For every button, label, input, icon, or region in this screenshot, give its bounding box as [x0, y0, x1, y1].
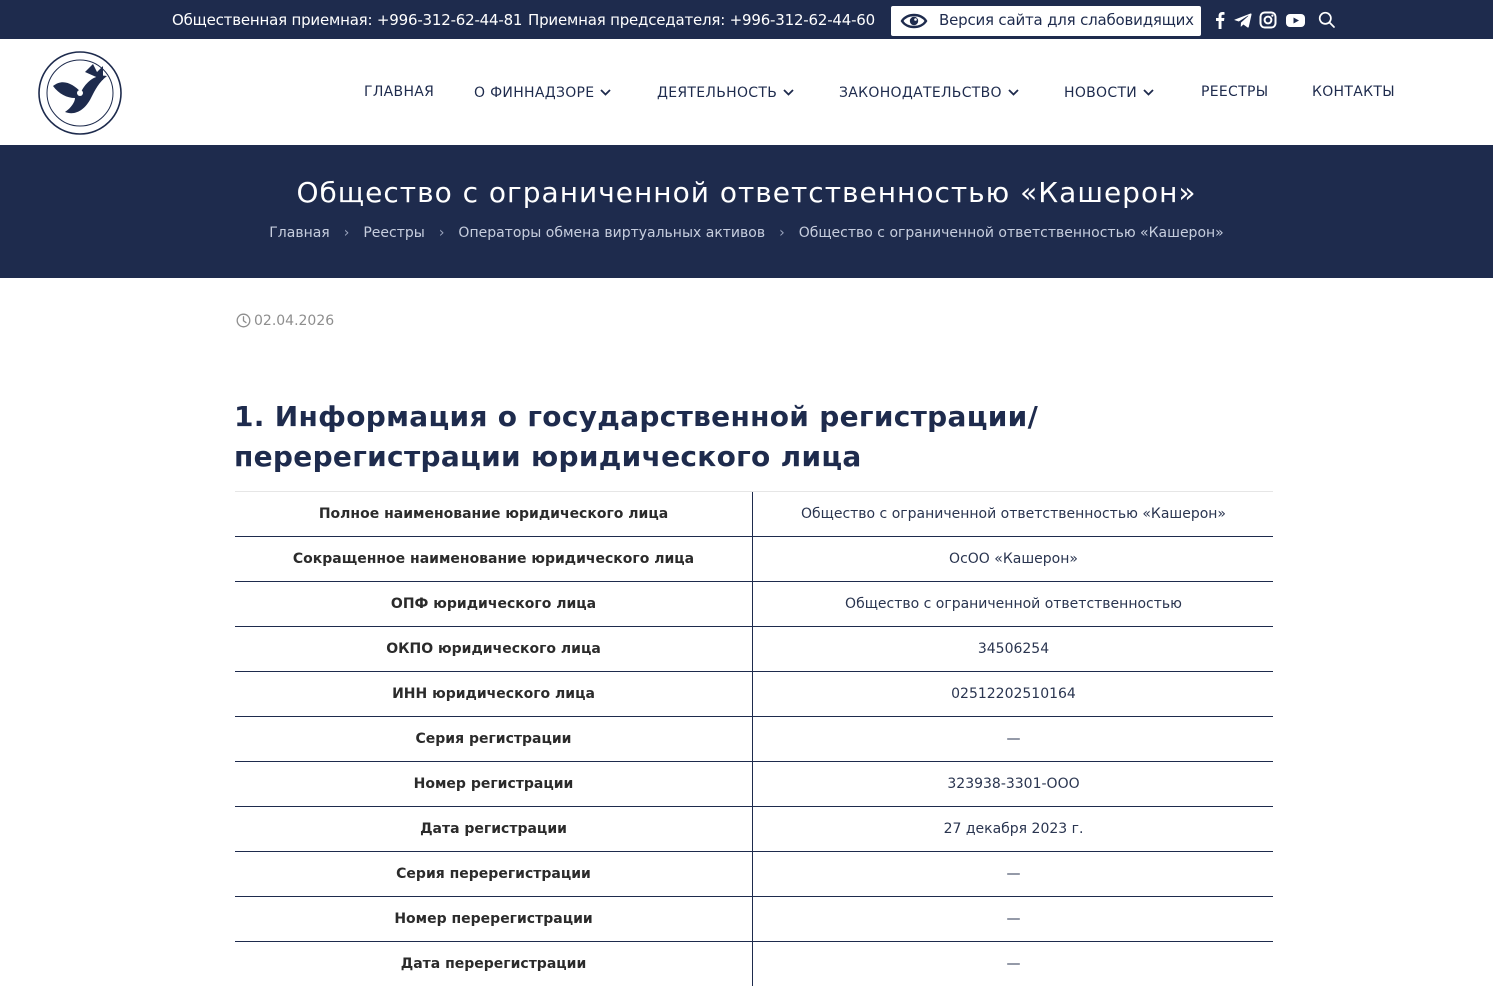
chevron-down-icon [1008, 84, 1019, 100]
telegram-icon[interactable] [1233, 10, 1253, 30]
nav-activity[interactable]: ДЕЯТЕЛЬНОСТЬ [657, 84, 794, 101]
search-icon[interactable] [1317, 10, 1337, 30]
section-title: 1. Информация о государственной регистра… [234, 400, 1039, 473]
finnadzor-logo[interactable] [37, 50, 123, 136]
chair-reception-phone[interactable]: Приемная председателя: +996-312-62-44-60 [528, 11, 875, 29]
public-reception-phone[interactable]: Общественная приемная: +996-312-62-44-81 [172, 11, 522, 29]
chevron-down-icon [1143, 84, 1154, 100]
nav-legislation-label: ЗАКОНОДАТЕЛЬСТВО [839, 85, 1002, 101]
eye-icon [900, 13, 928, 29]
nav-news[interactable]: НОВОСТИ [1064, 84, 1154, 101]
table-value: 02512202510164 [951, 686, 1076, 702]
table-key: Сокращенное наименование юридического ли… [235, 537, 753, 581]
breadcrumb-current: Общество с ограниченной ответственностью… [798, 225, 1224, 241]
top-bar: Общественная приемная: +996-312-62-44-81… [0, 0, 1493, 39]
nav-about[interactable]: О ФИННАДЗОРЕ [474, 84, 612, 101]
table-value: Общество с ограниченной ответственностью… [800, 506, 1226, 522]
nav-registries-label: РЕЕСТРЫ [1201, 84, 1269, 100]
table-key: Серия перерегистрации [235, 852, 753, 896]
table-value: 323938-3301-ООО [947, 776, 1080, 792]
table-key: Номер регистрации [235, 762, 753, 806]
instagram-icon[interactable] [1258, 10, 1278, 30]
nav-home[interactable]: ГЛАВНАЯ [364, 84, 434, 100]
breadcrumb: Главная › Реестры › Операторы обмена виртуал… [0, 225, 1493, 241]
low-vision-version-button[interactable]: Версия сайта для слабовидящих [891, 6, 1201, 36]
table-value: — [1006, 731, 1021, 747]
breadcrumb-vasp-operators[interactable]: Операторы обмена виртуальных активов [458, 225, 765, 241]
chevron-right-icon: › [779, 225, 785, 241]
table-key: Дата перерегистрации [235, 942, 753, 986]
table-row: Дата перерегистрации — [235, 942, 1273, 987]
chevron-right-icon: › [343, 225, 350, 241]
nav-contacts[interactable]: КОНТАКТЫ [1312, 84, 1395, 100]
table-key: Полное наименование юридического лица [235, 492, 753, 536]
nav-activity-label: ДЕЯТЕЛЬНОСТЬ [657, 85, 778, 101]
publish-date-text: 02.04.2026 [254, 313, 335, 329]
nav-legislation[interactable]: ЗАКОНОДАТЕЛЬСТВО [839, 84, 1019, 101]
registration-info-table: Полное наименование юридического лица Общ… [235, 491, 1273, 987]
table-value: 34506254 [977, 641, 1050, 657]
nav-registries[interactable]: РЕЕСТРЫ [1201, 84, 1268, 100]
nav-home-label: ГЛАВНАЯ [364, 84, 435, 100]
table-value: — [1006, 956, 1021, 972]
youtube-icon[interactable] [1285, 10, 1305, 30]
page-title: Общество с ограниченной ответственностью… [296, 176, 1197, 209]
nav-about-label: О ФИННАДЗОРЕ [474, 85, 595, 101]
clock-icon [236, 313, 251, 328]
table-key: ОКПО юридического лица [235, 627, 753, 671]
breadcrumb-home[interactable]: Главная [269, 225, 329, 241]
page-banner: Общество с ограниченной ответственностью… [0, 145, 1493, 278]
site-header: ГЛАВНАЯ О ФИННАДЗОРЕ ДЕЯТЕЛЬНОСТЬ ЗАКОНО… [0, 39, 1493, 145]
table-row: Дата регистрации 27 декабря 2023 г. [235, 807, 1273, 852]
table-key: Дата регистрации [235, 807, 753, 851]
table-row: Серия регистрации — [235, 717, 1273, 762]
low-vision-version-label: Версия сайта для слабовидящих [939, 11, 1194, 29]
table-row: ОКПО юридического лица 34506254 [235, 627, 1273, 672]
table-key: Номер перерегистрации [235, 897, 753, 941]
chevron-right-icon: › [438, 225, 445, 241]
chevron-down-icon [783, 84, 794, 100]
table-row: ОПФ юридического лица Общество с ограниче… [235, 582, 1273, 627]
table-row: ИНН юридического лица 02512202510164 [235, 672, 1273, 717]
publish-date: 02.04.2026 [236, 313, 334, 329]
table-value: Общество с ограниченной ответственностью [845, 596, 1182, 612]
table-value: 27 декабря 2023 г. [943, 821, 1084, 837]
table-row: Номер регистрации 323938-3301-ООО [235, 762, 1273, 807]
facebook-icon[interactable] [1210, 10, 1230, 30]
table-value: — [1006, 911, 1021, 927]
nav-contacts-label: КОНТАКТЫ [1312, 84, 1395, 100]
table-key: Серия регистрации [235, 717, 753, 761]
table-row: Номер перерегистрации — [235, 897, 1273, 942]
table-row: Сокращенное наименование юридического ли… [235, 537, 1273, 582]
nav-news-label: НОВОСТИ [1064, 85, 1138, 101]
table-value: — [1006, 866, 1021, 882]
table-key: ИНН юридического лица [235, 672, 753, 716]
breadcrumb-registries[interactable]: Реестры [363, 225, 424, 241]
table-value: ОсОО «Кашерон» [949, 551, 1078, 567]
table-row: Серия перерегистрации — [235, 852, 1273, 897]
table-key: ОПФ юридического лица [235, 582, 753, 626]
table-row: Полное наименование юридического лица Общ… [235, 492, 1273, 537]
chevron-down-icon [600, 84, 612, 100]
